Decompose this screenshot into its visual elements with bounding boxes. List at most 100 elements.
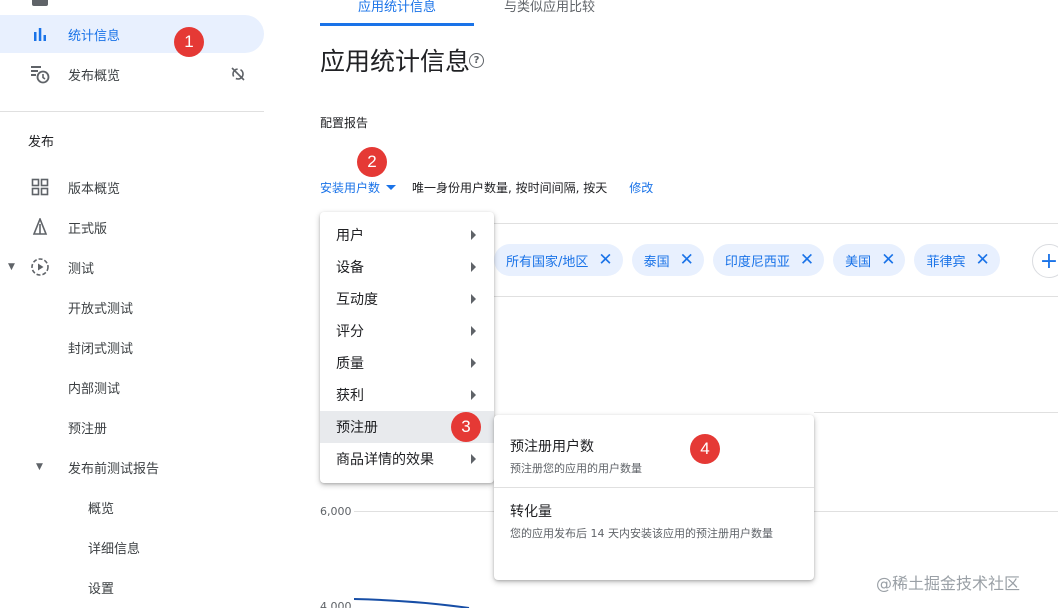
tab-bar: 应用统计信息 与类似应用比较 bbox=[320, 0, 625, 26]
sidebar-item-pre-registration[interactable]: 预注册 bbox=[0, 408, 264, 446]
sidebar-item-release-overview[interactable]: 版本概览 bbox=[0, 168, 264, 206]
metric-row: 安装用户数 唯一身份用户数量, 按时间间隔, 按天 修改 bbox=[320, 179, 653, 196]
close-icon[interactable]: ✕ bbox=[800, 251, 814, 269]
sidebar-item-settings[interactable]: 设置 bbox=[0, 568, 264, 606]
annotation-badge: 4 bbox=[690, 434, 720, 464]
edit-link[interactable]: 修改 bbox=[629, 179, 653, 196]
annotation-badge: 3 bbox=[451, 412, 481, 442]
sidebar-divider bbox=[0, 111, 264, 112]
menu-item-label: 预注册 bbox=[336, 420, 378, 436]
submenu-arrow-icon bbox=[471, 262, 476, 272]
sidebar-item-label: 版本概览 bbox=[68, 181, 121, 197]
dashboard-grid-icon bbox=[30, 177, 50, 197]
sidebar-item-details[interactable]: 详细信息 bbox=[0, 528, 264, 566]
sidebar-item-publishing-overview[interactable]: 发布概览 bbox=[0, 55, 264, 93]
chart-line bbox=[354, 598, 470, 608]
chip-label: 菲律宾 bbox=[926, 254, 966, 270]
sidebar-item-overview[interactable]: 概览 bbox=[0, 488, 264, 526]
page-title: 应用统计信息 bbox=[320, 47, 471, 76]
y-axis-tick: 6,000 bbox=[320, 505, 352, 518]
sidebar-item-label: 设置 bbox=[88, 581, 115, 597]
sidebar-item-label: 发布概览 bbox=[68, 68, 121, 84]
submenu-arrow-icon bbox=[471, 390, 476, 400]
sidebar-item-label: 封闭式测试 bbox=[68, 341, 134, 357]
menu-item-monetization[interactable]: 获利 bbox=[320, 379, 494, 411]
tab-compare-similar-apps[interactable]: 与类似应用比较 bbox=[474, 0, 625, 26]
sidebar-item-label: 详细信息 bbox=[88, 541, 141, 557]
help-icon[interactable]: ? bbox=[469, 53, 484, 68]
dropdown-arrow-icon[interactable] bbox=[386, 185, 397, 190]
chip-label: 泰国 bbox=[643, 254, 670, 270]
sidebar-item-production[interactable]: 正式版 bbox=[0, 208, 264, 246]
sidebar-item-closed-testing[interactable]: 封闭式测试 bbox=[0, 328, 264, 366]
submenu-arrow-icon bbox=[471, 326, 476, 336]
submenu-arrow-icon bbox=[471, 230, 476, 240]
sync-disabled-icon bbox=[230, 66, 246, 86]
menu-item-store-listing-performance[interactable]: 商品详情的效果 bbox=[320, 443, 494, 475]
chart-gridline bbox=[354, 511, 494, 512]
sidebar-item-internal-testing[interactable]: 内部测试 bbox=[0, 368, 264, 406]
chip-thailand[interactable]: 泰国 ✕ bbox=[631, 244, 704, 276]
sidebar-item-label: 概览 bbox=[88, 501, 115, 517]
menu-item-label: 互动度 bbox=[336, 292, 378, 308]
close-icon[interactable]: ✕ bbox=[680, 251, 694, 269]
add-filter-button[interactable]: + bbox=[1032, 244, 1058, 278]
expand-caret-icon: ▼ bbox=[36, 462, 43, 472]
testing-play-icon bbox=[30, 257, 50, 277]
sidebar-item-statistics[interactable]: 统计信息 bbox=[0, 15, 264, 53]
play-console-stats-page: 统计信息 发布概览 发布 版本概览 正式版 ▼ 测试 开放式测试 封闭式测试 内… bbox=[0, 0, 1058, 608]
menu-item-engagement[interactable]: 互动度 bbox=[320, 283, 494, 315]
menu-item-quality[interactable]: 质量 bbox=[320, 347, 494, 379]
chip-label: 美国 bbox=[845, 254, 872, 270]
configure-report-label: 配置报告 bbox=[320, 116, 369, 130]
chip-indonesia[interactable]: 印度尼西亚 ✕ bbox=[712, 244, 825, 276]
sidebar-section-title: 发布 bbox=[28, 135, 55, 150]
sidebar-item-pre-launch-report[interactable]: ▼ 发布前测试报告 bbox=[0, 448, 264, 486]
chip-label: 印度尼西亚 bbox=[724, 254, 790, 270]
option-title: 预注册用户数 bbox=[510, 439, 594, 455]
bar-chart-icon bbox=[30, 24, 50, 44]
metric-description: 唯一身份用户数量, 按时间间隔, 按天 bbox=[412, 181, 608, 195]
menu-item-label: 评分 bbox=[336, 324, 364, 340]
annotation-badge: 1 bbox=[174, 27, 204, 57]
chip-usa[interactable]: 美国 ✕ bbox=[833, 244, 906, 276]
annotation-badge: 2 bbox=[357, 147, 387, 177]
filter-chips: 所有国家/地区 ✕ 泰国 ✕ 印度尼西亚 ✕ 美国 ✕ 菲律宾 ✕ bbox=[494, 244, 1000, 276]
y-axis-tick: 4,000 bbox=[320, 600, 352, 608]
sidebar-item-open-testing[interactable]: 开放式测试 bbox=[0, 288, 264, 326]
option-title: 转化量 bbox=[510, 504, 552, 520]
sidebar-item-label: 预注册 bbox=[68, 421, 108, 437]
close-icon[interactable]: ✕ bbox=[598, 251, 612, 269]
partial-top-icon bbox=[32, 0, 48, 6]
sidebar-item-label: 内部测试 bbox=[68, 381, 121, 397]
menu-item-devices[interactable]: 设备 bbox=[320, 251, 494, 283]
sidebar: 统计信息 发布概览 发布 版本概览 正式版 ▼ 测试 开放式测试 封闭式测试 内… bbox=[0, 0, 280, 608]
submenu-arrow-icon bbox=[471, 454, 476, 464]
menu-item-label: 设备 bbox=[336, 260, 364, 276]
menu-item-users[interactable]: 用户 bbox=[320, 219, 494, 251]
submenu-arrow-icon bbox=[471, 358, 476, 368]
chip-label: 所有国家/地区 bbox=[506, 254, 589, 270]
submenu-divider bbox=[494, 487, 814, 488]
expand-caret-icon: ▼ bbox=[8, 262, 15, 272]
filter-bottom-divider bbox=[494, 296, 1058, 297]
chip-philippines[interactable]: 菲律宾 ✕ bbox=[914, 244, 1000, 276]
chart-gridline bbox=[814, 412, 1058, 413]
sidebar-item-label: 测试 bbox=[68, 261, 95, 277]
menu-item-label: 商品详情的效果 bbox=[336, 452, 434, 468]
chip-all-countries[interactable]: 所有国家/地区 ✕ bbox=[494, 244, 623, 276]
chart-gridline bbox=[814, 511, 1058, 512]
menu-item-ratings[interactable]: 评分 bbox=[320, 315, 494, 347]
close-icon[interactable]: ✕ bbox=[975, 251, 989, 269]
sidebar-item-testing[interactable]: ▼ 测试 bbox=[0, 248, 264, 286]
submenu-option-conversions[interactable]: 转化量 您的应用发布后 14 天内安装该应用的预注册用户数量 bbox=[510, 501, 802, 543]
submenu-arrow-icon bbox=[471, 294, 476, 304]
close-icon[interactable]: ✕ bbox=[881, 251, 895, 269]
watermark: @稀土掘金技术社区 bbox=[876, 574, 1021, 593]
tab-app-statistics[interactable]: 应用统计信息 bbox=[320, 0, 475, 26]
sidebar-item-label: 统计信息 bbox=[68, 28, 121, 44]
sidebar-item-label: 开放式测试 bbox=[68, 301, 134, 317]
metric-dropdown[interactable]: 安装用户数 bbox=[320, 179, 380, 196]
menu-item-label: 获利 bbox=[336, 388, 364, 404]
submenu-option-pre-registered-users[interactable]: 预注册用户数 预注册您的应用的用户数量 bbox=[510, 436, 802, 478]
